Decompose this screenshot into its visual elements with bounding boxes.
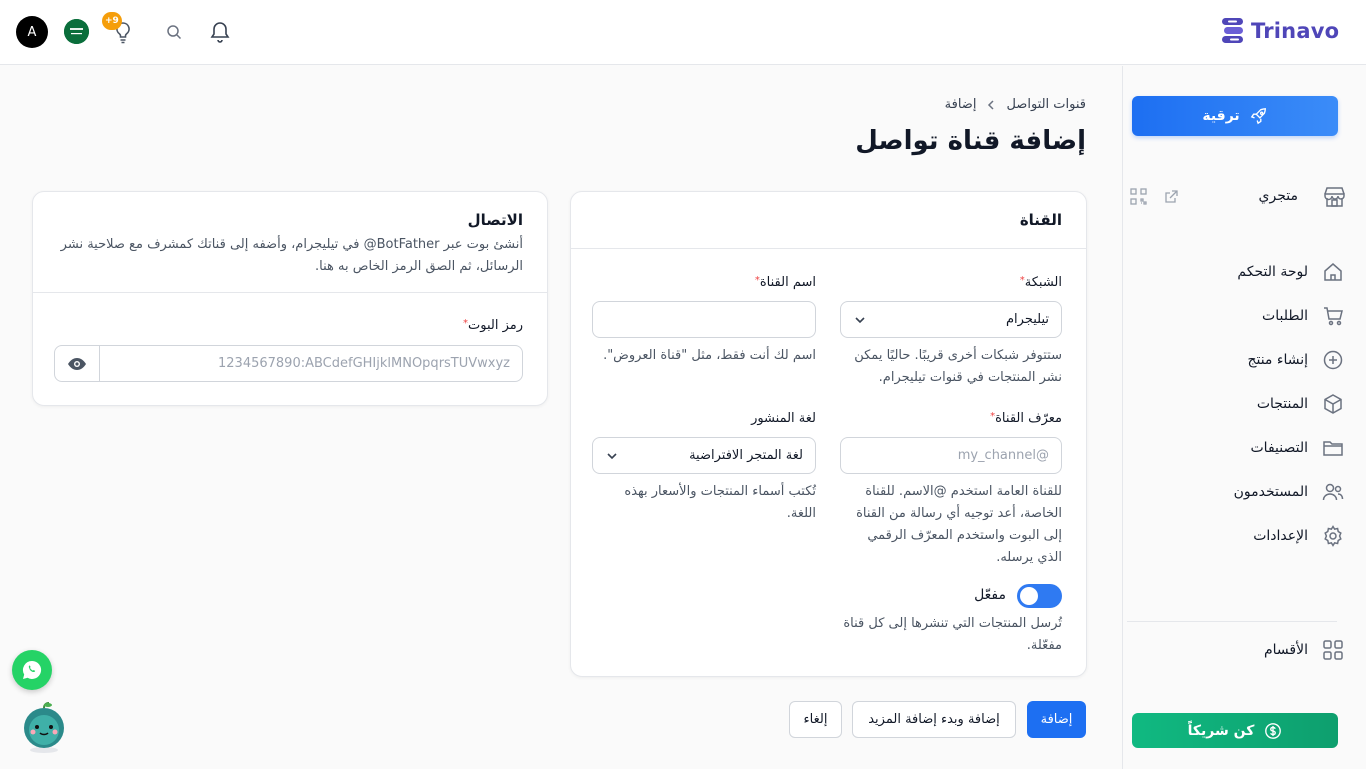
network-label-text: الشبكة	[1024, 275, 1062, 290]
channel-name-hint: اسم لك أنت فقط، مثل "قناة العروض".	[603, 348, 816, 363]
toggle-knob	[1020, 587, 1038, 605]
network-label: الشبكة*	[1020, 275, 1062, 290]
breadcrumb-current: إضافة	[944, 97, 977, 112]
qr-code-icon[interactable]	[1130, 188, 1147, 205]
channel-id-placeholder: my_channel@	[957, 448, 1049, 463]
home-icon	[1324, 263, 1342, 281]
network-select-value: تيليجرام	[1006, 312, 1049, 327]
channel-name-input[interactable]	[592, 301, 816, 338]
channel-name-label-text: اسم القناة	[759, 275, 816, 290]
sidebar-item-label: إنشاء منتج	[1247, 352, 1308, 368]
user-avatar[interactable]: A	[16, 16, 48, 48]
whatsapp-icon	[22, 660, 42, 679]
sidebar-item-label: التصنيفات	[1250, 440, 1309, 456]
channel-id-input[interactable]: my_channel@	[840, 437, 1062, 474]
post-language-value: لغة المتجر الافتراضية	[689, 448, 803, 463]
saudi-flag-icon[interactable]	[64, 19, 89, 44]
enabled-toggle[interactable]	[1017, 584, 1062, 608]
connection-card: الاتصال أنشئ بوت عبر BotFather@ في تيليج…	[32, 191, 548, 406]
network-select[interactable]: تيليجرام	[840, 301, 1062, 338]
connection-card-header: الاتصال أنشئ بوت عبر BotFather@ في تيليج…	[33, 192, 547, 293]
breadcrumb: قنوات التواصل إضافة	[945, 97, 1086, 112]
mascot-chat-icon[interactable]	[22, 700, 66, 754]
bot-token-input[interactable]: 1234567890:ABCdefGHIjklMNOpqrsTUVwxyz	[54, 345, 523, 382]
channel-id-label: معرّف القناة*	[990, 411, 1062, 426]
breadcrumb-parent-link[interactable]: قنوات التواصل	[1006, 97, 1086, 112]
cart-icon	[1324, 307, 1343, 326]
sidebar-item-orders[interactable]: الطلبات	[1123, 300, 1366, 332]
sidebar-item-label: المستخدمون	[1233, 484, 1308, 500]
connection-card-title: الاتصال	[467, 211, 523, 229]
users-icon	[1322, 483, 1344, 501]
network-hint: ستتوفر شبكات أخرى قريبًا. حاليًا يمكن نش…	[854, 348, 1062, 385]
partner-label: كن شريكاً	[1187, 722, 1255, 739]
sidebar-item-users[interactable]: المستخدمون	[1123, 476, 1366, 508]
brand-logo[interactable]: Trinavo	[1220, 16, 1339, 45]
post-language-label: لغة المنشور	[751, 411, 816, 426]
channel-card: القناة الشبكة* تيليجرام ستتوفر شبكات أخر…	[570, 191, 1087, 677]
become-partner-button[interactable]: كن شريكاً	[1132, 713, 1338, 748]
sidebar: ترقية متجري لوحة التحكم الطلبات إنشاء من…	[1122, 66, 1366, 769]
chevron-down-icon	[607, 453, 617, 460]
bot-token-placeholder: 1234567890:ABCdefGHIjklMNOpqrsTUVwxyz	[218, 356, 510, 371]
channel-id-hint: للقناة العامة استخدم @الاسم. للقناة الخا…	[856, 484, 1062, 565]
top-bar: A +9 Trinavo	[0, 0, 1366, 65]
chevron-down-icon	[855, 317, 865, 324]
rocket-icon	[1250, 108, 1266, 125]
upgrade-label: ترقية	[1202, 108, 1240, 124]
channel-card-header: القناة	[571, 192, 1086, 249]
external-edit-icon[interactable]	[1163, 189, 1179, 205]
gear-icon	[1324, 525, 1342, 547]
plus-circle-icon	[1323, 350, 1343, 370]
bell-icon[interactable]	[209, 20, 231, 44]
bot-token-label-text: رمز البوت	[468, 318, 523, 333]
enabled-label: مفعّل	[974, 587, 1006, 603]
channel-card-title: القناة	[1019, 211, 1062, 229]
upgrade-button[interactable]: ترقية	[1132, 96, 1338, 136]
bot-token-label: رمز البوت*	[463, 318, 523, 333]
logo-text: Trinavo	[1251, 18, 1340, 43]
connection-description: أنشئ بوت عبر BotFather@ في تيليجرام، وأض…	[60, 237, 523, 274]
channel-id-label-text: معرّف القناة	[995, 411, 1062, 426]
notification-badge: +9	[102, 12, 122, 30]
sidebar-item-label: الطلبات	[1262, 308, 1308, 324]
store-icon	[1324, 187, 1345, 207]
sidebar-item-label: لوحة التحكم	[1237, 264, 1308, 280]
enabled-hint: تُرسل المنتجات التي تنشرها إلى كل قناة م…	[843, 616, 1062, 653]
whatsapp-button[interactable]	[12, 650, 52, 690]
page-title: إضافة قناة تواصل	[855, 126, 1086, 156]
search-icon[interactable]	[164, 22, 184, 42]
sidebar-divider	[1127, 621, 1337, 622]
logo-mark-icon	[1222, 18, 1243, 43]
store-label: متجري	[1258, 188, 1298, 204]
sidebar-item-create-product[interactable]: إنشاء منتج	[1123, 344, 1366, 376]
sidebar-item-dashboard[interactable]: لوحة التحكم	[1123, 256, 1366, 288]
my-store-row[interactable]: متجري	[1123, 182, 1366, 212]
sidebar-item-label: الإعدادات	[1253, 528, 1308, 544]
post-language-select[interactable]: لغة المتجر الافتراضية	[592, 437, 816, 474]
chevron-left-icon	[988, 99, 994, 110]
box-icon	[1324, 394, 1342, 414]
eye-icon	[68, 357, 86, 370]
add-and-more-button[interactable]: إضافة وبدء إضافة المزيد	[852, 701, 1016, 738]
sidebar-item-label: المنتجات	[1256, 396, 1308, 412]
dollar-circle-icon	[1265, 722, 1282, 739]
cancel-button[interactable]: إلغاء	[789, 701, 842, 738]
sidebar-item-categories[interactable]: التصنيفات	[1123, 432, 1366, 464]
sidebar-item-products[interactable]: المنتجات	[1123, 388, 1366, 420]
sidebar-item-settings[interactable]: الإعدادات	[1123, 520, 1366, 552]
folder-icon	[1323, 441, 1343, 456]
add-button[interactable]: إضافة	[1027, 701, 1086, 738]
sidebar-item-sections[interactable]: الأقسام	[1123, 634, 1366, 666]
toggle-visibility-button[interactable]	[55, 346, 100, 381]
post-language-hint: تُكتب أسماء المنتجات والأسعار بهذه اللغة…	[624, 484, 816, 521]
grid-icon	[1323, 640, 1343, 660]
sidebar-item-label: الأقسام	[1264, 642, 1308, 658]
channel-name-label: اسم القناة*	[755, 275, 816, 290]
